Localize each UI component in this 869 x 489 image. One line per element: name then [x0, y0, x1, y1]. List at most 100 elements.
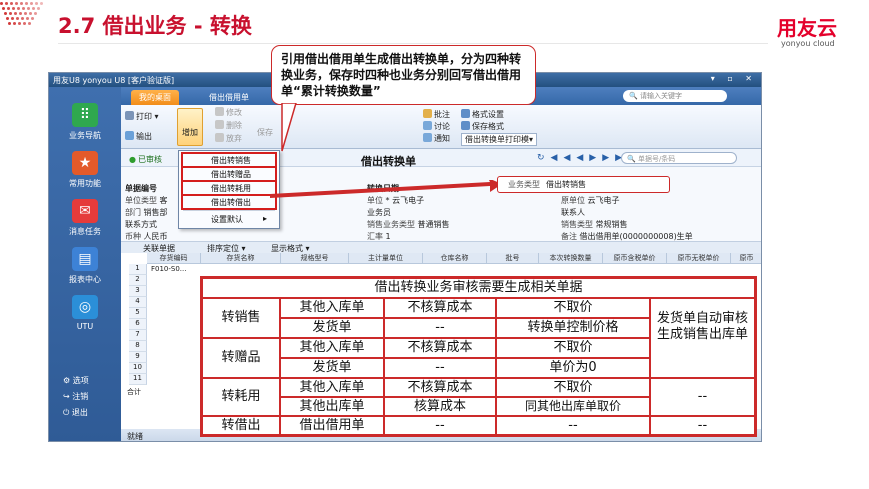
delete-button[interactable]: 删除 — [215, 120, 242, 131]
format-settings-button[interactable]: 格式设置 — [461, 109, 504, 120]
decorative-dots — [0, 0, 50, 30]
decorative-dot — [19, 12, 22, 15]
table-cell: 不取价 — [496, 298, 650, 318]
delete-icon — [215, 120, 224, 129]
add-button[interactable]: 增加 — [177, 108, 203, 146]
contact-field[interactable]: 联系人 — [561, 207, 585, 218]
col-header[interactable]: 仓库名称 — [423, 253, 487, 264]
menu-item-to-lend[interactable]: 借出转借出 — [181, 194, 277, 210]
business-type-field[interactable]: 业务类型 借出转销售 — [497, 176, 670, 193]
col-header[interactable]: 存货名称 — [201, 253, 281, 264]
table-cell: 同其他出库单取价 — [496, 397, 650, 416]
decorative-dot — [7, 7, 10, 10]
row-number: 9 — [129, 352, 147, 363]
add-dropdown-menu: 借出转销售 借出转赠品 借出转耗用 借出转借出 设置默认 ▸ — [178, 150, 280, 229]
contact-method-field[interactable]: 联系方式 — [125, 219, 157, 230]
col-header[interactable]: 原币无税单价 — [667, 253, 731, 264]
print-button[interactable]: 打印 ▾ — [125, 111, 159, 122]
table-cell: 不核算成本 — [384, 378, 496, 397]
sales-type-field[interactable]: 销售类型 常规销售 — [561, 219, 628, 230]
sidebar-item-reports[interactable]: ▤ 报表中心 — [49, 247, 121, 285]
sidebar-item-common[interactable]: ★ 常用功能 — [49, 151, 121, 189]
table-cell: -- — [650, 378, 755, 416]
nav-icon: ⠿ — [72, 103, 98, 127]
sidebar-item-nav[interactable]: ⠿ 业务导航 — [49, 103, 121, 141]
exit-button[interactable]: ⏻ 退出 — [63, 407, 88, 418]
decorative-dot — [25, 2, 28, 5]
annotate-icon — [423, 109, 432, 118]
tab-desktop[interactable]: 我的桌面 — [131, 90, 179, 105]
type-cell: 转借出 — [202, 416, 280, 435]
row-number: 10 — [129, 363, 147, 374]
decorative-dot — [6, 17, 9, 20]
col-header[interactable]: 主计量单位 — [349, 253, 423, 264]
output-button[interactable]: 输出 — [125, 131, 152, 142]
window-title: 用友U8 yonyou U8 [客户验证版] — [53, 76, 175, 85]
callout-note: 引用借出借用单生成借出转换单，分为四种转换业务，保存时四种也业务分别回写借出借用… — [271, 45, 536, 105]
type-cell: 转销售 — [202, 298, 280, 338]
decorative-dot — [23, 22, 26, 25]
orig-unit-field[interactable]: 原单位 云飞电子 — [561, 195, 620, 206]
col-header[interactable]: 原币 — [731, 253, 761, 264]
record-navigation[interactable]: ↻◀◀◀▶▶▶ — [537, 153, 628, 163]
decorative-dot — [10, 2, 13, 5]
menu-item-to-sale[interactable]: 借出转销售 — [181, 152, 277, 168]
col-header[interactable]: 原币含税单价 — [603, 253, 667, 264]
col-header[interactable]: 本次转换数量 — [539, 253, 603, 264]
salesman-field[interactable]: 业务员 — [367, 207, 391, 218]
discard-button[interactable]: 放弃 — [215, 133, 242, 144]
row-number: 3 — [129, 286, 147, 297]
table-cell: 单价为0 — [496, 358, 650, 378]
doc-search-input[interactable]: 🔍 单据号/条码 — [621, 152, 737, 164]
options-button[interactable]: ⚙ 选项 — [63, 375, 89, 386]
sales-biz-type-field[interactable]: 销售业务类型 普通销售 — [367, 219, 450, 230]
search-input[interactable]: 🔍 请输入关键字 — [623, 90, 727, 102]
sidebar-item-utu[interactable]: ◎ UTU — [49, 295, 121, 331]
table-cell: -- — [650, 416, 755, 435]
callout-pointer — [281, 103, 297, 152]
menu-item-to-gift[interactable]: 借出转赠品 — [181, 166, 277, 182]
dept-field[interactable]: 部门 销售部 — [125, 207, 168, 218]
format-icon — [461, 109, 470, 118]
tab-borrow-doc[interactable]: 借出借用单 — [201, 90, 257, 105]
table-toolbar: 关联单据 排序定位 ▾ 显示格式 ▾ — [121, 241, 761, 253]
decorative-dot — [18, 22, 21, 25]
col-header[interactable]: 存货编码 — [147, 253, 201, 264]
notify-button[interactable]: 通知 — [423, 133, 450, 144]
discuss-button[interactable]: 讨论 — [423, 121, 450, 132]
col-header[interactable]: 批号 — [487, 253, 539, 264]
approve-button[interactable]: 批注 — [423, 109, 450, 120]
save-format-icon — [461, 121, 470, 130]
mail-icon: ✉ — [72, 199, 98, 223]
row-number: 5 — [129, 308, 147, 319]
window-controls[interactable]: ▾ ▫ ✕ — [711, 74, 757, 83]
modify-button[interactable]: 修改 — [215, 107, 242, 118]
table-cell: 核算成本 — [384, 397, 496, 416]
first-row-code[interactable]: F010-S0... — [151, 265, 187, 273]
table-header: 借出转换业务审核需要生成相关单据 — [202, 278, 755, 298]
save-button[interactable]: 保存 — [257, 127, 273, 138]
star-icon: ★ — [72, 151, 98, 175]
table-cell: 其他入库单 — [280, 378, 384, 397]
menu-item-set-default[interactable]: 设置默认 ▸ — [183, 213, 275, 225]
decorative-dot — [8, 22, 11, 25]
sidebar-item-messages[interactable]: ✉ 消息任务 — [49, 199, 121, 237]
save-format-button[interactable]: 保存格式 — [461, 121, 504, 132]
table-cell: -- — [496, 416, 650, 435]
col-header[interactable]: 规格型号 — [281, 253, 349, 264]
conversion-docs-table: 借出转换业务审核需要生成相关单据 转销售 其他入库单 不核算成本 不取价 发货单… — [200, 276, 757, 437]
menu-item-to-consume[interactable]: 借出转耗用 — [181, 180, 277, 196]
edit-icon — [215, 107, 224, 116]
print-template-select[interactable]: 借出转换单打印模▾ — [461, 133, 538, 146]
decorative-dot — [27, 7, 30, 10]
decorative-dot — [9, 12, 12, 15]
table-cell: 不取价 — [496, 338, 650, 358]
row-number: 1 — [129, 264, 147, 275]
decorative-dot — [35, 2, 38, 5]
table-cell: 转换单控制价格 — [496, 318, 650, 338]
unit-type-field[interactable]: 单位类型 客 — [125, 195, 168, 206]
type-cell: 转耗用 — [202, 378, 280, 416]
type-cell: 转赠品 — [202, 338, 280, 378]
logout-button[interactable]: ↪ 注销 — [63, 391, 88, 402]
table-cell: 其他出库单 — [280, 397, 384, 416]
